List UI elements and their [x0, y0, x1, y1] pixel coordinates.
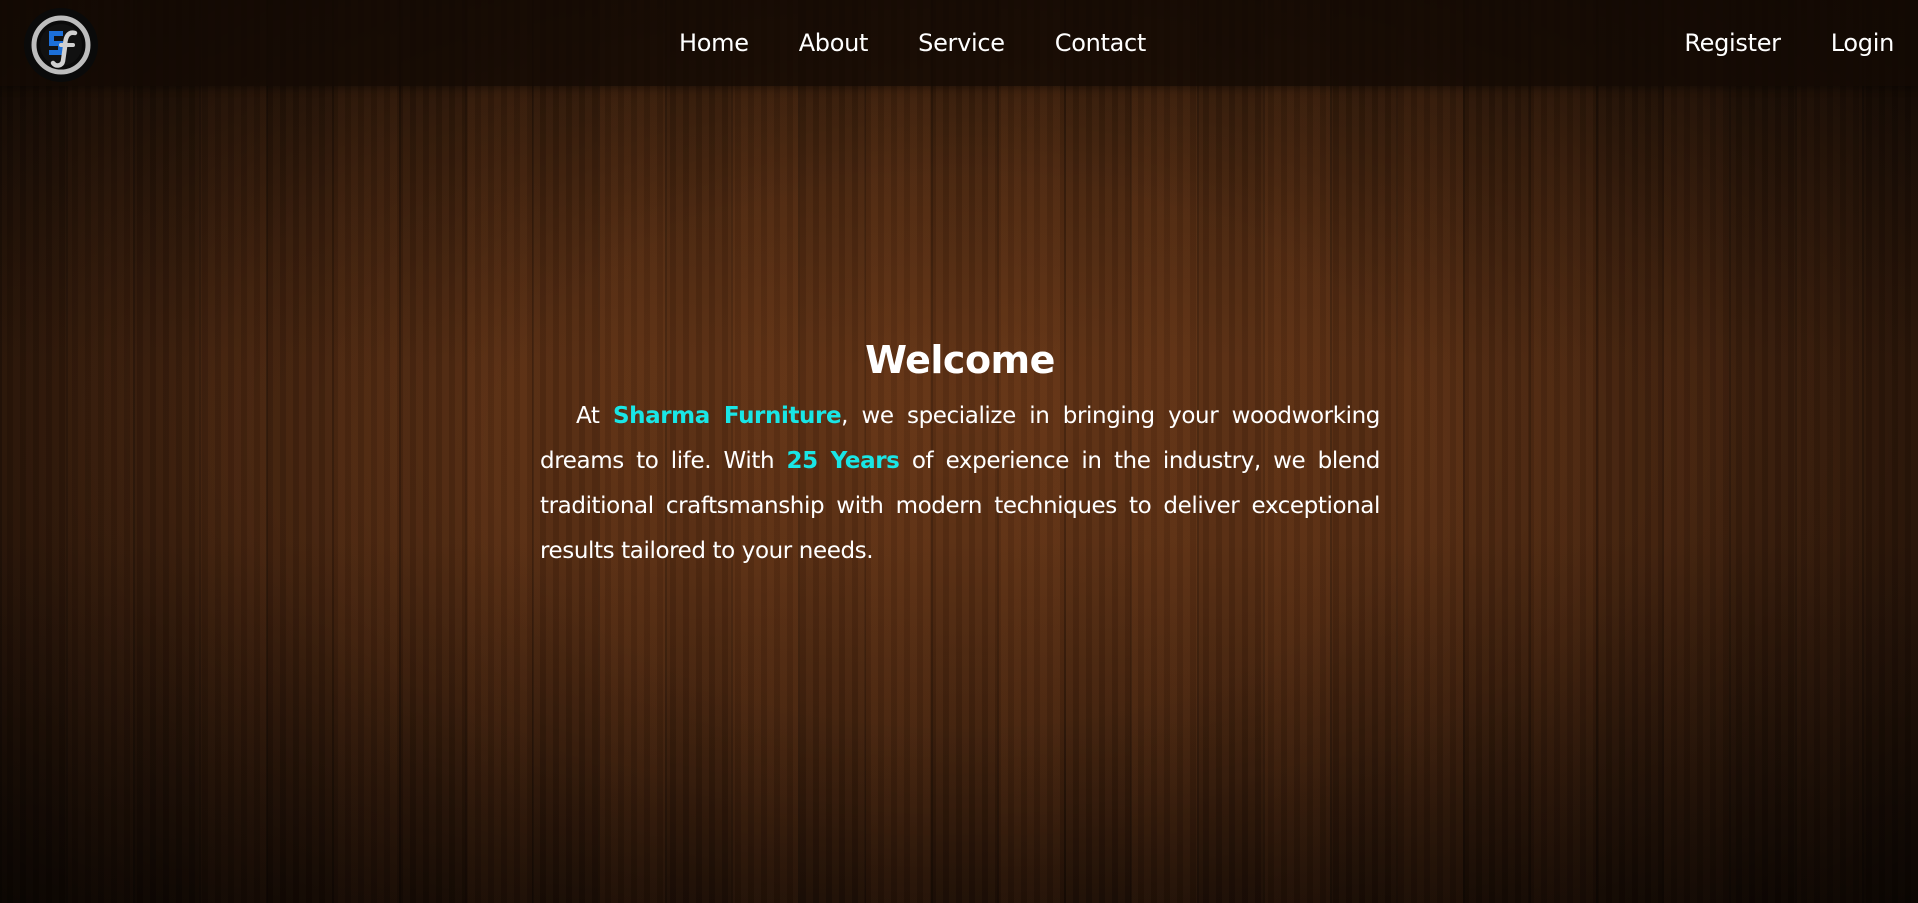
hero-description: At Sharma Furniture, we specialize in br…	[540, 394, 1380, 574]
page: Home About Service Contact Register Logi…	[0, 0, 1918, 903]
nav-home-link[interactable]: Home	[679, 29, 749, 57]
hero-title: Welcome	[865, 338, 1055, 382]
auth-nav: Register Login	[1684, 0, 1894, 86]
years-experience-highlight: 25 Years	[786, 448, 900, 474]
nav-service-link[interactable]: Service	[918, 29, 1005, 57]
intro-text-start: At	[576, 403, 613, 429]
sf-logo-icon[interactable]	[24, 8, 98, 82]
navbar: Home About Service Contact Register Logi…	[0, 0, 1918, 86]
hero-section: Welcome At Sharma Furniture, we speciali…	[540, 338, 1380, 574]
logo-graphic	[31, 15, 91, 75]
nav-about-link[interactable]: About	[799, 29, 869, 57]
company-name-highlight: Sharma Furniture	[612, 403, 842, 429]
nav-contact-link[interactable]: Contact	[1055, 29, 1147, 57]
register-link[interactable]: Register	[1684, 29, 1781, 57]
login-link[interactable]: Login	[1831, 29, 1895, 57]
main-nav: Home About Service Contact	[679, 0, 1146, 86]
